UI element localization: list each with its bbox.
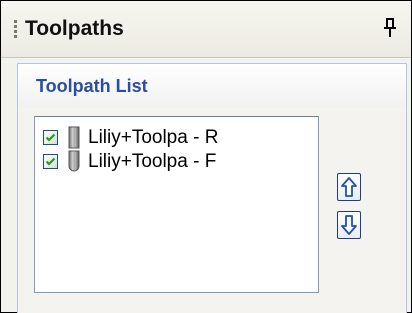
toolpath-name: Liliy+Toolpa - F bbox=[88, 151, 217, 172]
panel-titlebar[interactable]: Toolpaths bbox=[1, 1, 411, 58]
toolpath-checkbox[interactable] bbox=[43, 154, 58, 169]
toolpath-name: Liliy+Toolpa - R bbox=[88, 127, 219, 148]
ballnose-endmill-icon bbox=[66, 150, 82, 174]
move-down-button[interactable] bbox=[337, 211, 361, 239]
move-up-button[interactable] bbox=[337, 173, 361, 201]
panel-title: Toolpaths bbox=[25, 17, 124, 40]
toolpath-checkbox[interactable] bbox=[43, 130, 58, 145]
toolpaths-panel: Toolpaths Toolpath List Liliy+Toolpa - R… bbox=[0, 0, 412, 313]
flat-endmill-icon bbox=[66, 126, 82, 150]
toolpath-listbox[interactable]: Liliy+Toolpa - R Liliy+Toolpa - F bbox=[34, 116, 319, 293]
section-title: Toolpath List bbox=[36, 76, 148, 96]
section-header[interactable]: Toolpath List bbox=[18, 64, 406, 108]
pin-icon[interactable] bbox=[379, 15, 401, 41]
list-item[interactable]: Liliy+Toolpa - F bbox=[43, 150, 313, 174]
gripper-icon[interactable] bbox=[14, 20, 18, 40]
list-item[interactable]: Liliy+Toolpa - R bbox=[43, 126, 313, 150]
toolpath-list-section: Toolpath List Liliy+Toolpa - R Liliy+Too… bbox=[17, 63, 407, 313]
